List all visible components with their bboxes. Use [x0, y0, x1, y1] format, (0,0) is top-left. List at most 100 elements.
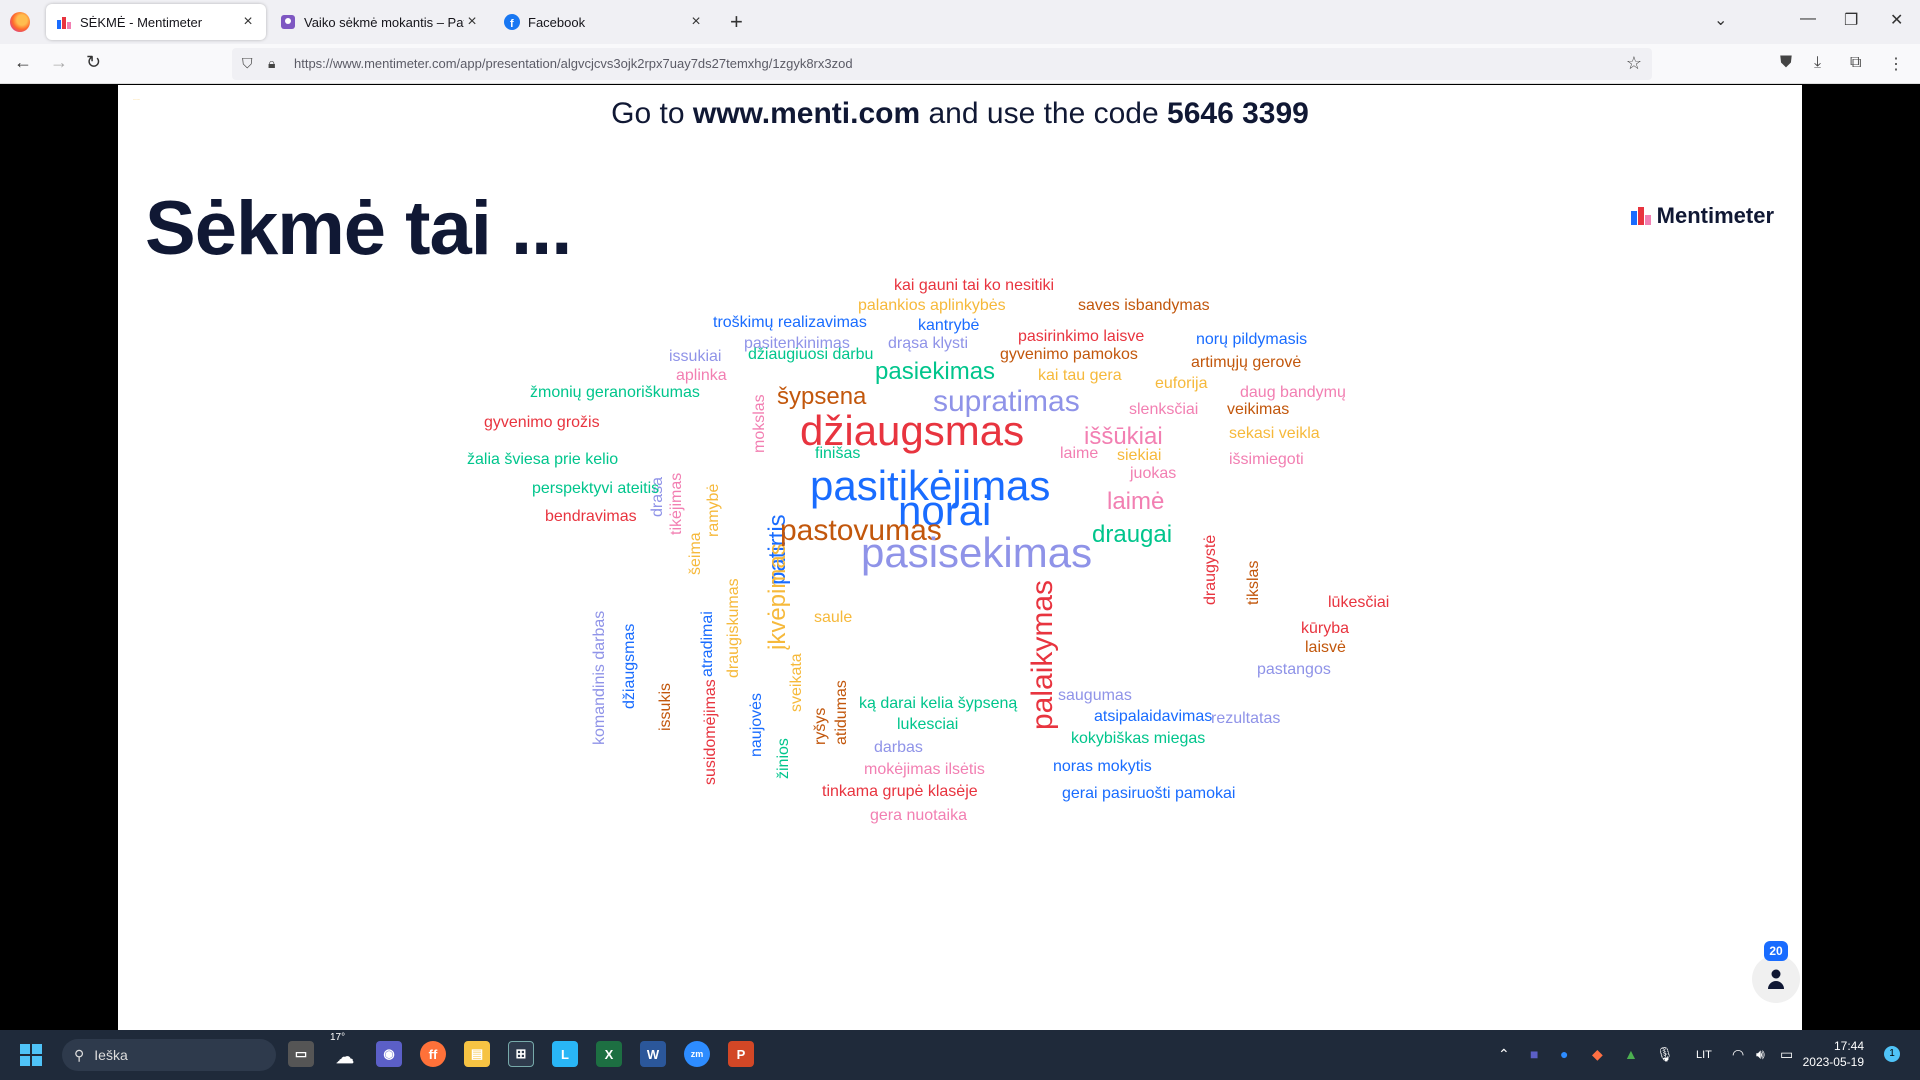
taskbar: ⚲ Ieška ▭ 17° ☁ ◉ ff ▤ ⊞ L X W zm P ⌃ ■ …: [0, 1030, 1920, 1080]
security-tray-icon[interactable]: ▲: [1624, 1046, 1638, 1062]
extensions-icon[interactable]: ⧉: [1850, 54, 1861, 72]
tray-chevron-icon[interactable]: ⌃: [1498, 1046, 1510, 1063]
wifi-icon[interactable]: ◠: [1732, 1046, 1744, 1063]
word-cloud-word: kantrybė: [918, 317, 980, 334]
tab-facebook[interactable]: f Facebook ×: [494, 4, 714, 40]
close-tab-icon[interactable]: ×: [464, 13, 480, 31]
teams-tray-icon[interactable]: ■: [1530, 1046, 1538, 1062]
powerpoint-icon[interactable]: P: [728, 1041, 754, 1067]
back-button[interactable]: ←: [14, 52, 32, 73]
facebook-icon: f: [504, 14, 520, 30]
word-cloud-word: gerai pasiruošti pamokai: [1062, 785, 1236, 802]
app-favicon-icon: [281, 15, 295, 29]
word-cloud-word: laime: [1060, 445, 1099, 462]
word-cloud-word: gyvenimo grožis: [484, 414, 600, 431]
cloud-icon[interactable]: ☁: [332, 1044, 358, 1070]
weather-widget[interactable]: 17°: [330, 1032, 345, 1043]
shield-icon[interactable]: ⛉: [242, 55, 253, 72]
word-cloud-word: draugystė: [1202, 534, 1219, 605]
word-cloud-word: tikėjimas: [668, 472, 685, 535]
reload-button[interactable]: ↻: [86, 52, 101, 73]
word-cloud-word: palankios aplinkybės: [858, 297, 1006, 314]
word-cloud-word: finišas: [815, 445, 861, 462]
close-tab-icon[interactable]: ×: [688, 13, 704, 31]
word-cloud-word: pastangos: [1257, 661, 1331, 678]
firefox-taskbar-icon[interactable]: ff: [420, 1041, 446, 1067]
l-app-icon[interactable]: L: [552, 1041, 578, 1067]
word-cloud-word: troškimų realizavimas: [713, 314, 867, 331]
forward-button[interactable]: →: [50, 52, 68, 73]
word-cloud-word: pasiekimas: [875, 358, 996, 385]
minimize-button[interactable]: —: [1800, 10, 1816, 28]
new-tab-button[interactable]: +: [730, 9, 743, 35]
word-cloud-word: bendravimas: [545, 508, 637, 525]
tab-mentimeter[interactable]: SĖKMĖ - Mentimeter ×: [46, 4, 266, 40]
word-icon[interactable]: W: [640, 1041, 666, 1067]
word-cloud: kai gauni tai ko nesitiki palankios aplin…: [118, 85, 1802, 1030]
word-cloud-word: norų pildymasis: [1196, 331, 1308, 348]
word-cloud-word: perspektyvi ateitis: [532, 480, 660, 497]
word-cloud-word: atsipalaidavimas: [1094, 708, 1213, 725]
close-tab-icon[interactable]: ×: [240, 13, 256, 31]
word-cloud-word: ką darai kelia šypseną: [859, 695, 1018, 712]
word-cloud-word: naujovės: [748, 692, 765, 757]
word-cloud-word: šeima: [687, 532, 704, 575]
word-cloud-word: ramybė: [705, 483, 722, 537]
lock-icon[interactable]: 🔒︎: [268, 55, 275, 72]
windows-start-icon[interactable]: [20, 1044, 42, 1066]
app-tray-icon[interactable]: ◆: [1592, 1046, 1603, 1063]
word-cloud-word: laimė: [1107, 488, 1165, 515]
url-bar[interactable]: ⛉ 🔒︎ https://www.mentimeter.com/app/pres…: [232, 48, 1652, 80]
word-cloud-word: sekasi veikla: [1229, 425, 1320, 442]
bookmark-star-icon[interactable]: ☆: [1626, 53, 1642, 74]
word-cloud-word: žalia šviesa prie kelio: [467, 451, 619, 468]
excel-icon[interactable]: X: [596, 1041, 622, 1067]
tab-list-icon[interactable]: ⌄: [1714, 10, 1727, 30]
notification-badge[interactable]: 1: [1884, 1046, 1900, 1062]
participant-count: 20: [1764, 941, 1788, 961]
mentimeter-favicon-icon: [57, 17, 71, 29]
clock[interactable]: 17:44 2023-05-19: [1760, 1038, 1864, 1070]
file-explorer-icon[interactable]: ▤: [464, 1041, 490, 1067]
participants-button[interactable]: [1752, 955, 1800, 1003]
word-cloud-word: džiaugsmas: [621, 623, 638, 709]
taskbar-search[interactable]: ⚲ Ieška: [62, 1039, 276, 1071]
language-indicator[interactable]: LIT: [1696, 1049, 1712, 1061]
menu-icon[interactable]: ⋮: [1888, 54, 1904, 74]
word-cloud-word: saves isbandymas: [1078, 297, 1210, 314]
close-window-button[interactable]: ✕: [1890, 10, 1903, 30]
participants-badge[interactable]: 20: [1752, 941, 1800, 1003]
restore-button[interactable]: ❐: [1844, 10, 1858, 30]
word-cloud-word: tinkama grupė klasėje: [822, 783, 978, 800]
tab-bar: SĖKMĖ - Mentimeter × Vaiko sėkmė mokanti…: [0, 0, 1920, 44]
word-cloud-word: atidumas: [833, 680, 850, 745]
microphone-icon[interactable]: 🎙︎: [1656, 1046, 1674, 1063]
word-cloud-word: kai tau gera: [1038, 367, 1122, 384]
clock-time: 17:44: [1833, 1039, 1864, 1053]
firefox-icon[interactable]: [10, 12, 30, 32]
tab-title: Vaiko sėkmė mokantis – Pateikt: [304, 14, 464, 30]
word-cloud-word: tikslas: [1245, 560, 1262, 605]
word-cloud-word: lūkesčiai: [1328, 594, 1390, 611]
search-label: Ieška: [94, 1047, 128, 1063]
word-cloud-word: žmonių geranoriškumas: [530, 384, 700, 401]
downloads-icon[interactable]: ⤓: [1814, 54, 1821, 72]
task-view-icon[interactable]: ▭: [288, 1041, 314, 1067]
word-cloud-word: gyvenimo pamokos: [1000, 346, 1138, 363]
word-cloud-word: saule: [814, 609, 853, 626]
word-cloud-word: įkvėpimas: [764, 543, 791, 650]
word-cloud-word: noras mokytis: [1053, 758, 1152, 775]
word-cloud-word: mokėjimas ilsėtis: [864, 761, 985, 778]
word-cloud-word: susidomėjimas: [702, 679, 719, 785]
zoom-tray-icon[interactable]: ●: [1560, 1046, 1568, 1062]
zoom-icon[interactable]: zm: [684, 1041, 710, 1067]
url-text: https://www.mentimeter.com/app/presentat…: [294, 56, 853, 71]
pocket-icon[interactable]: ⛊: [1780, 54, 1792, 72]
word-cloud-word: siekiai: [1117, 447, 1162, 464]
word-cloud-word: drąsa klysti: [888, 335, 969, 352]
tab-pateikti[interactable]: Vaiko sėkmė mokantis – Pateikt ×: [270, 4, 490, 40]
store-icon[interactable]: ⊞: [508, 1041, 534, 1067]
search-icon: ⚲: [74, 1046, 85, 1063]
tab-title: SĖKMĖ - Mentimeter: [80, 14, 203, 30]
teams-chat-icon[interactable]: ◉: [376, 1041, 402, 1067]
